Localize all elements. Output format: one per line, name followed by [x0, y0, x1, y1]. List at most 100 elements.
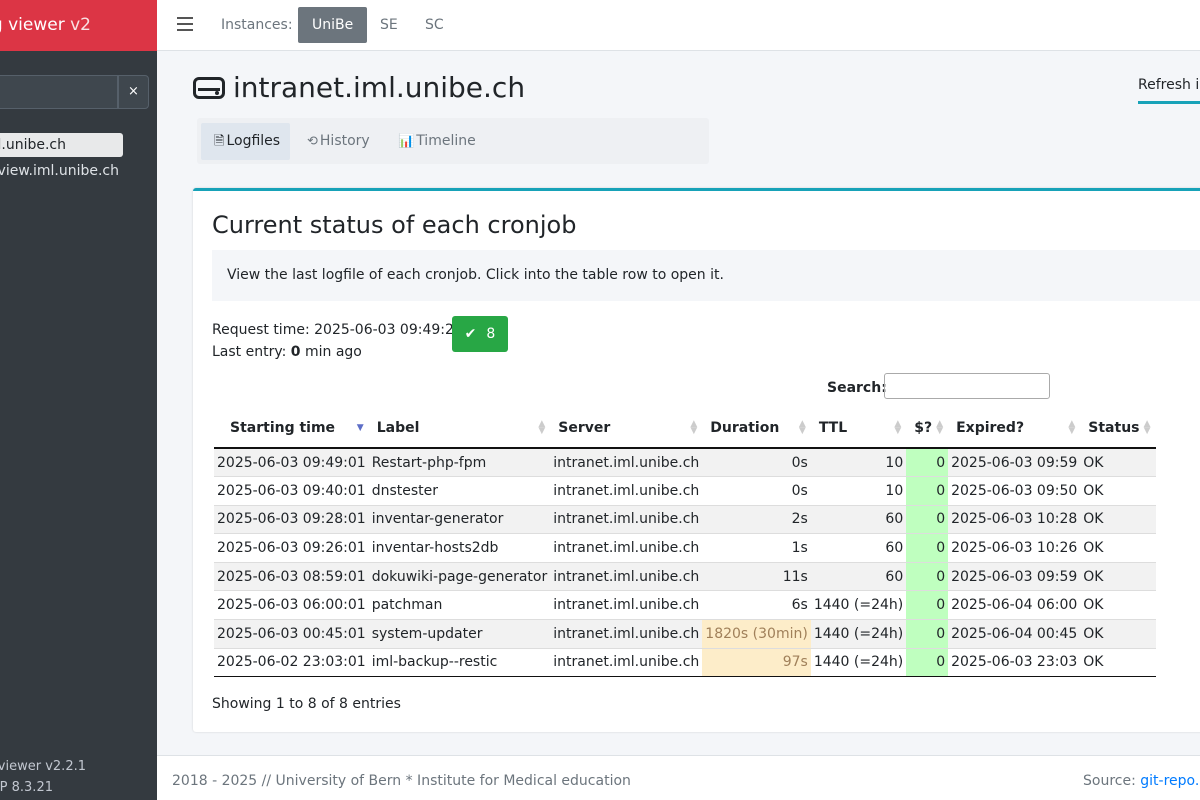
- app-version: g viewer v2.2.1: [0, 759, 86, 774]
- instances-label: Instances:: [221, 17, 293, 33]
- sort-icon: ▲ ▼: [690, 419, 698, 436]
- ok-count-button[interactable]: ✔ 8: [452, 316, 508, 352]
- server-drive-icon: [193, 76, 225, 99]
- table-row[interactable]: 2025-06-02 23:03:01 iml-backup--restic int…: [214, 647, 1156, 678]
- sidebar-item-server-1[interactable]: nl.unibe.ch: [0, 133, 123, 157]
- table-search-input[interactable]: [884, 373, 1050, 399]
- sort-icon: ▲ ▼: [1143, 419, 1151, 436]
- table-cell: 0: [906, 619, 949, 649]
- sort-desc-icon: ▼: [356, 423, 364, 433]
- table-cell: intranet.iml.unibe.ch: [550, 476, 703, 506]
- table-cell: 10: [810, 476, 907, 506]
- table-cell: intranet.iml.unibe.ch: [550, 533, 703, 563]
- table-cell: 2025-06-03 09:49:01: [214, 447, 369, 477]
- check-icon: ✔: [464, 326, 477, 342]
- page-footer: 2018 - 2025 // University of Bern * Inst…: [157, 755, 1200, 800]
- table-cell: dokuwiki-page-generator: [368, 561, 551, 591]
- sidebar-filter-clear-button[interactable]: ×: [118, 75, 149, 109]
- column-header[interactable]: Expired? ▲ ▼: [948, 409, 1081, 449]
- tab-timeline[interactable]: 📊 Timeline: [385, 123, 486, 160]
- table-cell: 0: [906, 647, 949, 678]
- last-entry-value: 0: [290, 344, 301, 360]
- table-cell: 1440 (=24h): [810, 619, 907, 649]
- table-cell: intranet.iml.unibe.ch: [550, 561, 703, 591]
- chart-icon: 📊: [398, 134, 415, 149]
- sidebar-item-label: review.iml.unibe.ch: [0, 163, 119, 179]
- table-cell: 11s: [702, 561, 811, 591]
- column-header[interactable]: Starting time ▼: [214, 409, 369, 449]
- view-tabs: 🗎 Logfiles ⟲ History 📊 Timeline: [197, 118, 709, 164]
- column-header[interactable]: Status ▲ ▼: [1080, 409, 1156, 449]
- table-cell: 2025-06-02 23:03:01: [214, 647, 369, 678]
- table-row[interactable]: 2025-06-03 08:59:01 dokuwiki-page-generat…: [214, 561, 1156, 591]
- sort-icon: ▲ ▼: [798, 419, 806, 436]
- table-cell: dnstester: [368, 476, 551, 506]
- table-cell: OK: [1080, 533, 1156, 563]
- table-row[interactable]: 2025-06-03 09:40:01 dnstester intranet.iml…: [214, 476, 1156, 506]
- table-cell: intranet.iml.unibe.ch: [550, 619, 703, 649]
- table-cell: OK: [1080, 647, 1156, 678]
- top-navbar: Instances: UniBe SE SC: [157, 0, 1200, 51]
- search-label: Search:: [827, 380, 887, 396]
- sidebar-item-server-2[interactable]: review.iml.unibe.ch: [0, 159, 157, 183]
- sort-icon: ▲ ▼: [1068, 419, 1076, 436]
- php-version: HP 8.3.21: [0, 780, 53, 795]
- tab-history[interactable]: ⟲ History: [294, 123, 380, 160]
- table-cell: 60: [810, 561, 907, 591]
- table-cell: system-updater: [368, 619, 551, 649]
- ok-count: 8: [486, 326, 496, 342]
- column-header[interactable]: Duration ▲ ▼: [702, 409, 811, 449]
- table-cell: 0: [906, 504, 949, 534]
- table-cell: 10: [810, 447, 907, 477]
- table-cell: intranet.iml.unibe.ch: [550, 447, 703, 477]
- sidebar: og viewer v2 × nl.unibe.ch review.iml.un…: [0, 0, 157, 800]
- instance-tab-se[interactable]: SE: [366, 7, 412, 43]
- table-cell: 0: [906, 561, 949, 591]
- table-row[interactable]: 2025-06-03 06:00:01 patchman intranet.iml.…: [214, 590, 1156, 620]
- instance-tab-sc[interactable]: SC: [411, 7, 458, 43]
- sidebar-filter-input[interactable]: [0, 75, 118, 109]
- card-title: Current status of each cronjob: [212, 211, 577, 239]
- tab-logfiles[interactable]: 🗎 Logfiles: [201, 123, 291, 160]
- table-cell: 2s: [702, 504, 811, 534]
- page-title: intranet.iml.unibe.ch: [193, 71, 525, 104]
- table-row[interactable]: 2025-06-03 09:26:01 inventar-hosts2db intr…: [214, 533, 1156, 563]
- sidebar-footer: g viewer v2.2.1 HP 8.3.21: [0, 756, 157, 798]
- table-cell: 1440 (=24h): [810, 590, 907, 620]
- table-cell: OK: [1080, 561, 1156, 591]
- table-cell: 2025-06-03 23:03: [948, 647, 1081, 678]
- table-cell: 0s: [702, 447, 811, 477]
- brand-logo[interactable]: og viewer v2: [0, 0, 157, 51]
- menu-toggle-icon[interactable]: [177, 13, 193, 35]
- table-cell: 2025-06-04 00:45: [948, 619, 1081, 649]
- table-cell: 2025-06-03 06:00:01: [214, 590, 369, 620]
- table-cell: 2025-06-03 10:26: [948, 533, 1081, 563]
- table-row[interactable]: 2025-06-03 09:28:01 inventar-generator int…: [214, 504, 1156, 534]
- table-cell: 97s: [702, 647, 811, 678]
- table-cell: 1820s (30min): [702, 619, 811, 649]
- table-cell: OK: [1080, 504, 1156, 534]
- table-cell: 0: [906, 476, 949, 506]
- source-link[interactable]: git-repo.im: [1140, 773, 1200, 789]
- column-header[interactable]: Server ▲ ▼: [550, 409, 703, 449]
- column-header[interactable]: TTL ▲ ▼: [810, 409, 907, 449]
- table-cell: 60: [810, 504, 907, 534]
- table-cell: OK: [1080, 476, 1156, 506]
- table-cell: 0: [906, 447, 949, 477]
- table-cell: 2025-06-03 09:59: [948, 561, 1081, 591]
- table-cell: Restart-php-fpm: [368, 447, 551, 477]
- brand-version: v2: [70, 15, 91, 35]
- table-row[interactable]: 2025-06-03 09:49:01 Restart-php-fpm intran…: [214, 447, 1156, 477]
- table-cell: OK: [1080, 447, 1156, 477]
- table-cell: 2025-06-03 08:59:01: [214, 561, 369, 591]
- column-header[interactable]: $? ▲ ▼: [906, 409, 949, 449]
- file-icon: 🗎: [214, 134, 225, 149]
- cronjob-table: Starting time ▼ Label ▲ ▼ Server ▲ ▼ Duration ▲ ▼ T…: [214, 409, 1156, 678]
- request-info: Request time: 2025-06-03 09:49:24 Last e…: [212, 322, 463, 360]
- table-cell: 2025-06-03 09:50: [948, 476, 1081, 506]
- table-cell: 2025-06-03 10:28: [948, 504, 1081, 534]
- instance-tab-unibe[interactable]: UniBe: [298, 7, 368, 43]
- table-cell: 1440 (=24h): [810, 647, 907, 678]
- column-header[interactable]: Label ▲ ▼: [368, 409, 551, 449]
- table-row[interactable]: 2025-06-03 00:45:01 system-updater intrane…: [214, 619, 1156, 649]
